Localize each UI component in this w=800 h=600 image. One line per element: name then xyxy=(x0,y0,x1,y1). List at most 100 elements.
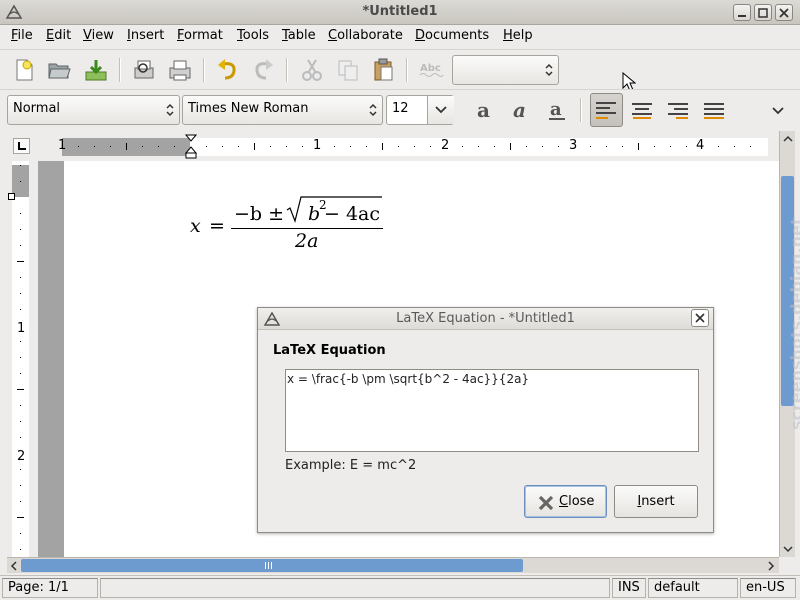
new-document-icon xyxy=(16,59,33,81)
svg-text:a: a xyxy=(513,98,526,122)
vertical-ruler-number: 1 xyxy=(17,321,26,336)
status-style: default xyxy=(648,578,738,598)
latex-input[interactable] xyxy=(285,369,699,452)
font-size-value: 12 xyxy=(392,101,409,116)
scroll-up-icon[interactable] xyxy=(783,135,793,143)
justify-button[interactable] xyxy=(700,96,728,124)
bold-button[interactable]: a xyxy=(472,96,500,124)
zoom-combo[interactable] xyxy=(452,55,559,85)
menu-tools[interactable]: Tools xyxy=(237,28,269,43)
redo-icon xyxy=(255,59,273,80)
equation-denominator: 2a xyxy=(295,230,319,252)
equation-lhs: x xyxy=(190,215,201,237)
redo-button[interactable] xyxy=(249,56,277,84)
tab-stop-selector[interactable] xyxy=(13,138,30,154)
watermark-text: screenshots.debian.net xyxy=(787,217,800,430)
insert-button[interactable]: Insert xyxy=(614,485,698,518)
style-combo[interactable]: Normal xyxy=(7,95,180,125)
window-title: *Untitled1 xyxy=(362,4,438,19)
menu-format[interactable]: Format xyxy=(177,28,223,43)
scroll-left-icon[interactable] xyxy=(10,561,18,571)
underline-icon: a xyxy=(549,99,565,120)
font-combo[interactable]: Times New Roman xyxy=(182,95,383,125)
align-left-button[interactable] xyxy=(590,93,623,127)
copy-button[interactable] xyxy=(334,56,362,84)
undo-icon xyxy=(218,59,236,80)
menu-edit[interactable]: Edit xyxy=(46,28,71,43)
vertical-ruler-number: 2 xyxy=(17,449,26,464)
ruler-number: 3 xyxy=(569,138,578,153)
font-size-combo[interactable]: 12 xyxy=(386,95,454,125)
menu-insert[interactable]: Insert xyxy=(127,28,164,43)
horizontal-ruler[interactable]: 1 1 2 3 4 xyxy=(58,134,768,159)
scroll-down-icon[interactable] xyxy=(783,545,793,553)
scroll-right-icon[interactable] xyxy=(767,561,775,571)
equation-equals: = xyxy=(209,215,225,237)
align-right-icon xyxy=(668,103,688,119)
italic-button[interactable]: a xyxy=(508,96,536,124)
style-value: Normal xyxy=(13,101,61,116)
toolbar-separator xyxy=(580,98,582,122)
menu-collaborate[interactable]: Collaborate xyxy=(328,28,403,43)
folder-open-icon xyxy=(48,63,71,79)
paste-button[interactable] xyxy=(370,56,398,84)
grip-icon xyxy=(265,562,272,569)
ruler-number: 4 xyxy=(696,138,705,153)
underline-button[interactable]: a xyxy=(544,96,572,124)
spin-arrows-icon xyxy=(545,63,553,77)
horizontal-scroll-thumb[interactable] xyxy=(21,559,523,572)
close-icon xyxy=(779,8,789,18)
menu-view[interactable]: View xyxy=(83,28,114,43)
chevron-down-icon xyxy=(772,107,784,115)
ruler-number: 1 xyxy=(313,138,322,153)
equation-numerator-lead: −b ± xyxy=(234,203,285,225)
print-button[interactable] xyxy=(166,56,194,84)
align-center-button[interactable] xyxy=(628,96,656,124)
minimize-icon xyxy=(738,15,746,17)
align-left-icon xyxy=(596,102,616,119)
menu-file[interactable]: File xyxy=(11,28,33,43)
save-button[interactable] xyxy=(82,56,110,84)
status-bar: Page: 1/1 INS default en-US xyxy=(0,575,800,600)
toolbar-overflow-button[interactable] xyxy=(764,96,792,124)
menu-documents[interactable]: Documents xyxy=(415,28,489,43)
title-bar[interactable]: *Untitled1 xyxy=(0,0,800,25)
spellcheck-button[interactable]: Abc xyxy=(417,56,445,84)
align-right-button[interactable] xyxy=(664,96,692,124)
open-button[interactable] xyxy=(45,56,73,84)
vertical-margin-marker[interactable] xyxy=(8,193,15,200)
close-icon xyxy=(695,313,705,323)
cut-button[interactable] xyxy=(298,56,326,84)
close-x-icon xyxy=(538,495,554,511)
vertical-ruler[interactable]: 1 2 xyxy=(7,161,31,557)
align-center-icon xyxy=(632,103,652,119)
print-preview-icon xyxy=(134,60,154,79)
menu-table[interactable]: Table xyxy=(282,28,316,43)
spin-arrows-icon xyxy=(166,103,174,117)
printer-icon xyxy=(169,60,191,81)
equation-image[interactable]: x = −b ± b 2 − 4ac 2a xyxy=(190,194,390,254)
indent-marker-icon[interactable] xyxy=(185,134,197,160)
dialog-heading: LaTeX Equation xyxy=(273,343,386,358)
minimize-button[interactable] xyxy=(733,4,751,21)
new-document-button[interactable] xyxy=(10,56,38,84)
scissors-icon xyxy=(302,59,322,81)
menu-help[interactable]: Help xyxy=(503,28,533,43)
close-button[interactable]: Close xyxy=(524,485,607,518)
dialog-title-bar[interactable]: LaTeX Equation - *Untitled1 xyxy=(258,308,713,330)
status-page: Page: 1/1 xyxy=(2,578,98,598)
watermark: screenshots.debian.net xyxy=(775,170,800,430)
close-window-button[interactable] xyxy=(775,4,793,21)
standard-toolbar: Abc xyxy=(0,49,800,92)
format-toolbar: Normal Times New Roman 12 a a a xyxy=(0,89,800,129)
status-message xyxy=(100,578,610,598)
maximize-button[interactable] xyxy=(754,4,772,21)
latex-equation-dialog: LaTeX Equation - *Untitled1 LaTeX Equati… xyxy=(257,307,714,533)
font-size-dropdown-button[interactable] xyxy=(427,96,454,124)
undo-button[interactable] xyxy=(214,56,242,84)
horizontal-scrollbar[interactable] xyxy=(7,557,779,573)
vertical-ruler-ticks xyxy=(17,165,24,550)
dialog-close-button[interactable] xyxy=(691,309,709,327)
print-preview-button[interactable] xyxy=(130,56,158,84)
status-language: en-US xyxy=(740,578,796,598)
